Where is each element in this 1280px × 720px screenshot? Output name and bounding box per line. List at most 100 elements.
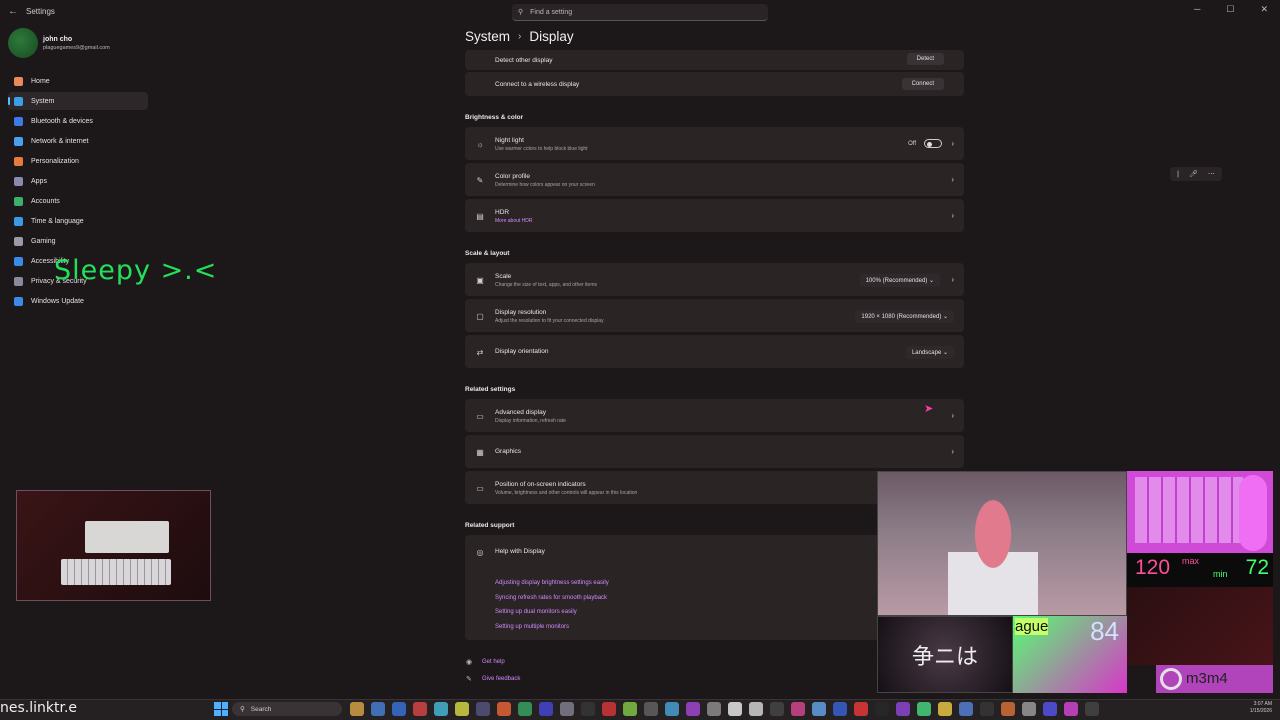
color-profile-row[interactable]: ✎ Color profile Determine how colors app… xyxy=(465,163,964,196)
overlay-tag: ague xyxy=(1015,618,1049,635)
microphone-icon[interactable]: 🎤︎ xyxy=(1189,170,1198,178)
taskbar-app-icon[interactable] xyxy=(623,702,637,716)
scale-dropdown[interactable]: 100% (Recommended) ⌄ xyxy=(859,274,940,287)
sidebar-item-personalization[interactable]: Personalization xyxy=(8,152,148,170)
sidebar-item-home[interactable]: Home xyxy=(8,72,148,90)
get-help-link[interactable]: Get help xyxy=(482,659,505,665)
taskbar-app-icon[interactable] xyxy=(1043,702,1057,716)
give-feedback-link[interactable]: Give feedback xyxy=(482,676,520,682)
taskbar-app-icon[interactable] xyxy=(350,702,364,716)
sidebar-item-apps[interactable]: Apps xyxy=(8,172,148,190)
support-link[interactable]: Setting up multiple monitors xyxy=(495,624,569,630)
taskbar-app-icon[interactable] xyxy=(875,702,889,716)
taskbar-app-icon[interactable] xyxy=(770,702,784,716)
taskbar-app-icon[interactable] xyxy=(581,702,595,716)
chevron-right-icon: › xyxy=(951,211,954,220)
support-link[interactable]: Syncing refresh rates for smooth playbac… xyxy=(495,595,607,601)
taskbar-app-icon[interactable] xyxy=(560,702,574,716)
taskbar-app-icon[interactable] xyxy=(455,702,469,716)
taskbar-app-icon[interactable] xyxy=(434,702,448,716)
orientation-dropdown[interactable]: Landscape ⌄ xyxy=(905,346,954,359)
more-icon[interactable]: ⋯ xyxy=(1208,170,1215,178)
taskbar-app-icon[interactable] xyxy=(854,702,868,716)
resolution-dropdown[interactable]: 1920 × 1080 (Recommended) ⌄ xyxy=(855,310,954,323)
minimize-button[interactable]: ─ xyxy=(1194,4,1200,15)
taskbar-search-label: Search xyxy=(250,705,272,713)
start-icon[interactable] xyxy=(214,702,228,716)
taskbar-app-icon[interactable] xyxy=(1001,702,1015,716)
streamer-name: m3m4 xyxy=(1186,670,1228,687)
taskbar-app-icon[interactable] xyxy=(917,702,931,716)
sidebar-item-accounts[interactable]: Accounts xyxy=(8,192,148,210)
taskbar-app-icon[interactable] xyxy=(686,702,700,716)
row-title[interactable]: Help with Display xyxy=(495,548,545,555)
taskbar-app-icon[interactable] xyxy=(938,702,952,716)
night-light-row[interactable]: ☼ Night light Use warmer colors to help … xyxy=(465,127,964,160)
taskbar-app-icon[interactable] xyxy=(791,702,805,716)
system-clock[interactable]: 3:07 AM 1/15/2026 xyxy=(1250,701,1272,715)
taskbar-app-icon[interactable] xyxy=(665,702,679,716)
taskbar-app-icon[interactable] xyxy=(371,702,385,716)
taskbar-search[interactable]: ⚲ Search xyxy=(232,702,342,716)
taskbar-app-icon[interactable] xyxy=(644,702,658,716)
sidebar-item-time-language[interactable]: Time & language xyxy=(8,212,148,230)
connect-button[interactable]: Connect xyxy=(901,78,944,90)
close-button[interactable]: ✕ xyxy=(1260,4,1268,15)
row-subtitle: Change the size of text, apps, and other… xyxy=(495,282,598,288)
taskbar-app-icon[interactable] xyxy=(959,702,973,716)
breadcrumb-system[interactable]: System xyxy=(465,29,510,44)
sidebar-item-windows-update[interactable]: Windows Update xyxy=(8,292,148,310)
taskbar-app-icon[interactable] xyxy=(413,702,427,716)
keyboard-image xyxy=(61,559,171,585)
taskbar-app-icon[interactable] xyxy=(1085,702,1099,716)
taskbar-app-icon[interactable] xyxy=(476,702,490,716)
taskbar-app-icon[interactable] xyxy=(812,702,826,716)
night-light-toggle[interactable] xyxy=(924,139,942,148)
hdr-row[interactable]: ▤ HDR More about HDR › xyxy=(465,199,964,232)
taskbar-app-icon[interactable] xyxy=(602,702,616,716)
row-title: Detect other display xyxy=(495,57,553,64)
taskbar-app-icon[interactable] xyxy=(497,702,511,716)
sidebar-item-bluetooth-devices[interactable]: Bluetooth & devices xyxy=(8,112,148,130)
back-arrow-icon[interactable]: ← xyxy=(8,6,18,17)
monitor-icon: ▭ xyxy=(476,411,484,421)
taskbar-app-icon[interactable] xyxy=(728,702,742,716)
taskbar-app-icon[interactable] xyxy=(1064,702,1078,716)
taskbar-app-icon[interactable] xyxy=(896,702,910,716)
cursor-icon: | xyxy=(1177,170,1179,178)
anime-text: 争ニは xyxy=(912,644,979,669)
row-title: Connect to a wireless display xyxy=(495,81,580,88)
help-icon: ◉ xyxy=(466,659,473,666)
taskbar-app-icon[interactable] xyxy=(980,702,994,716)
sidebar-item-network-internet[interactable]: Network & internet xyxy=(8,132,148,150)
overlay-number: 84 xyxy=(1090,616,1119,646)
sidebar-icon xyxy=(14,116,23,126)
sidebar-item-label: Windows Update xyxy=(31,297,84,305)
taskbar-app-icon[interactable] xyxy=(1022,702,1036,716)
scale-row[interactable]: ▣ Scale Change the size of text, apps, a… xyxy=(465,263,964,296)
sidebar-item-gaming[interactable]: Gaming xyxy=(8,232,148,250)
support-link[interactable]: Adjusting display brightness settings ea… xyxy=(495,580,609,586)
breadcrumb-display: Display xyxy=(529,29,574,44)
taskbar-app-icon[interactable] xyxy=(392,702,406,716)
support-link[interactable]: Setting up dual monitors easily xyxy=(495,609,577,615)
taskbar-app-icon[interactable] xyxy=(707,702,721,716)
chevron-right-icon: › xyxy=(951,411,954,420)
sidebar-item-system[interactable]: System xyxy=(8,92,148,110)
more-about-hdr-link[interactable]: More about HDR xyxy=(495,218,533,224)
sidebar-icon xyxy=(14,136,23,146)
maximize-button[interactable]: ☐ xyxy=(1226,4,1234,15)
title-bar: ← Settings ⚲ Find a setting ─ ☐ ✕ xyxy=(0,0,1280,24)
taskbar-app-icon[interactable] xyxy=(749,702,763,716)
chevron-right-icon: › xyxy=(951,447,954,456)
taskbar-app-icon[interactable] xyxy=(833,702,847,716)
graphics-row[interactable]: ▦ Graphics › xyxy=(465,435,964,468)
taskbar-app-icon[interactable] xyxy=(518,702,532,716)
search-placeholder: Find a setting xyxy=(530,8,573,16)
avatar[interactable] xyxy=(8,28,38,58)
taskbar-app-icon[interactable] xyxy=(539,702,553,716)
advanced-display-row[interactable]: ▭ Advanced display Display information, … xyxy=(465,399,964,432)
search-input[interactable]: ⚲ Find a setting xyxy=(512,4,768,21)
detect-button[interactable]: Detect xyxy=(906,53,944,65)
sidebar-icon xyxy=(14,216,23,226)
